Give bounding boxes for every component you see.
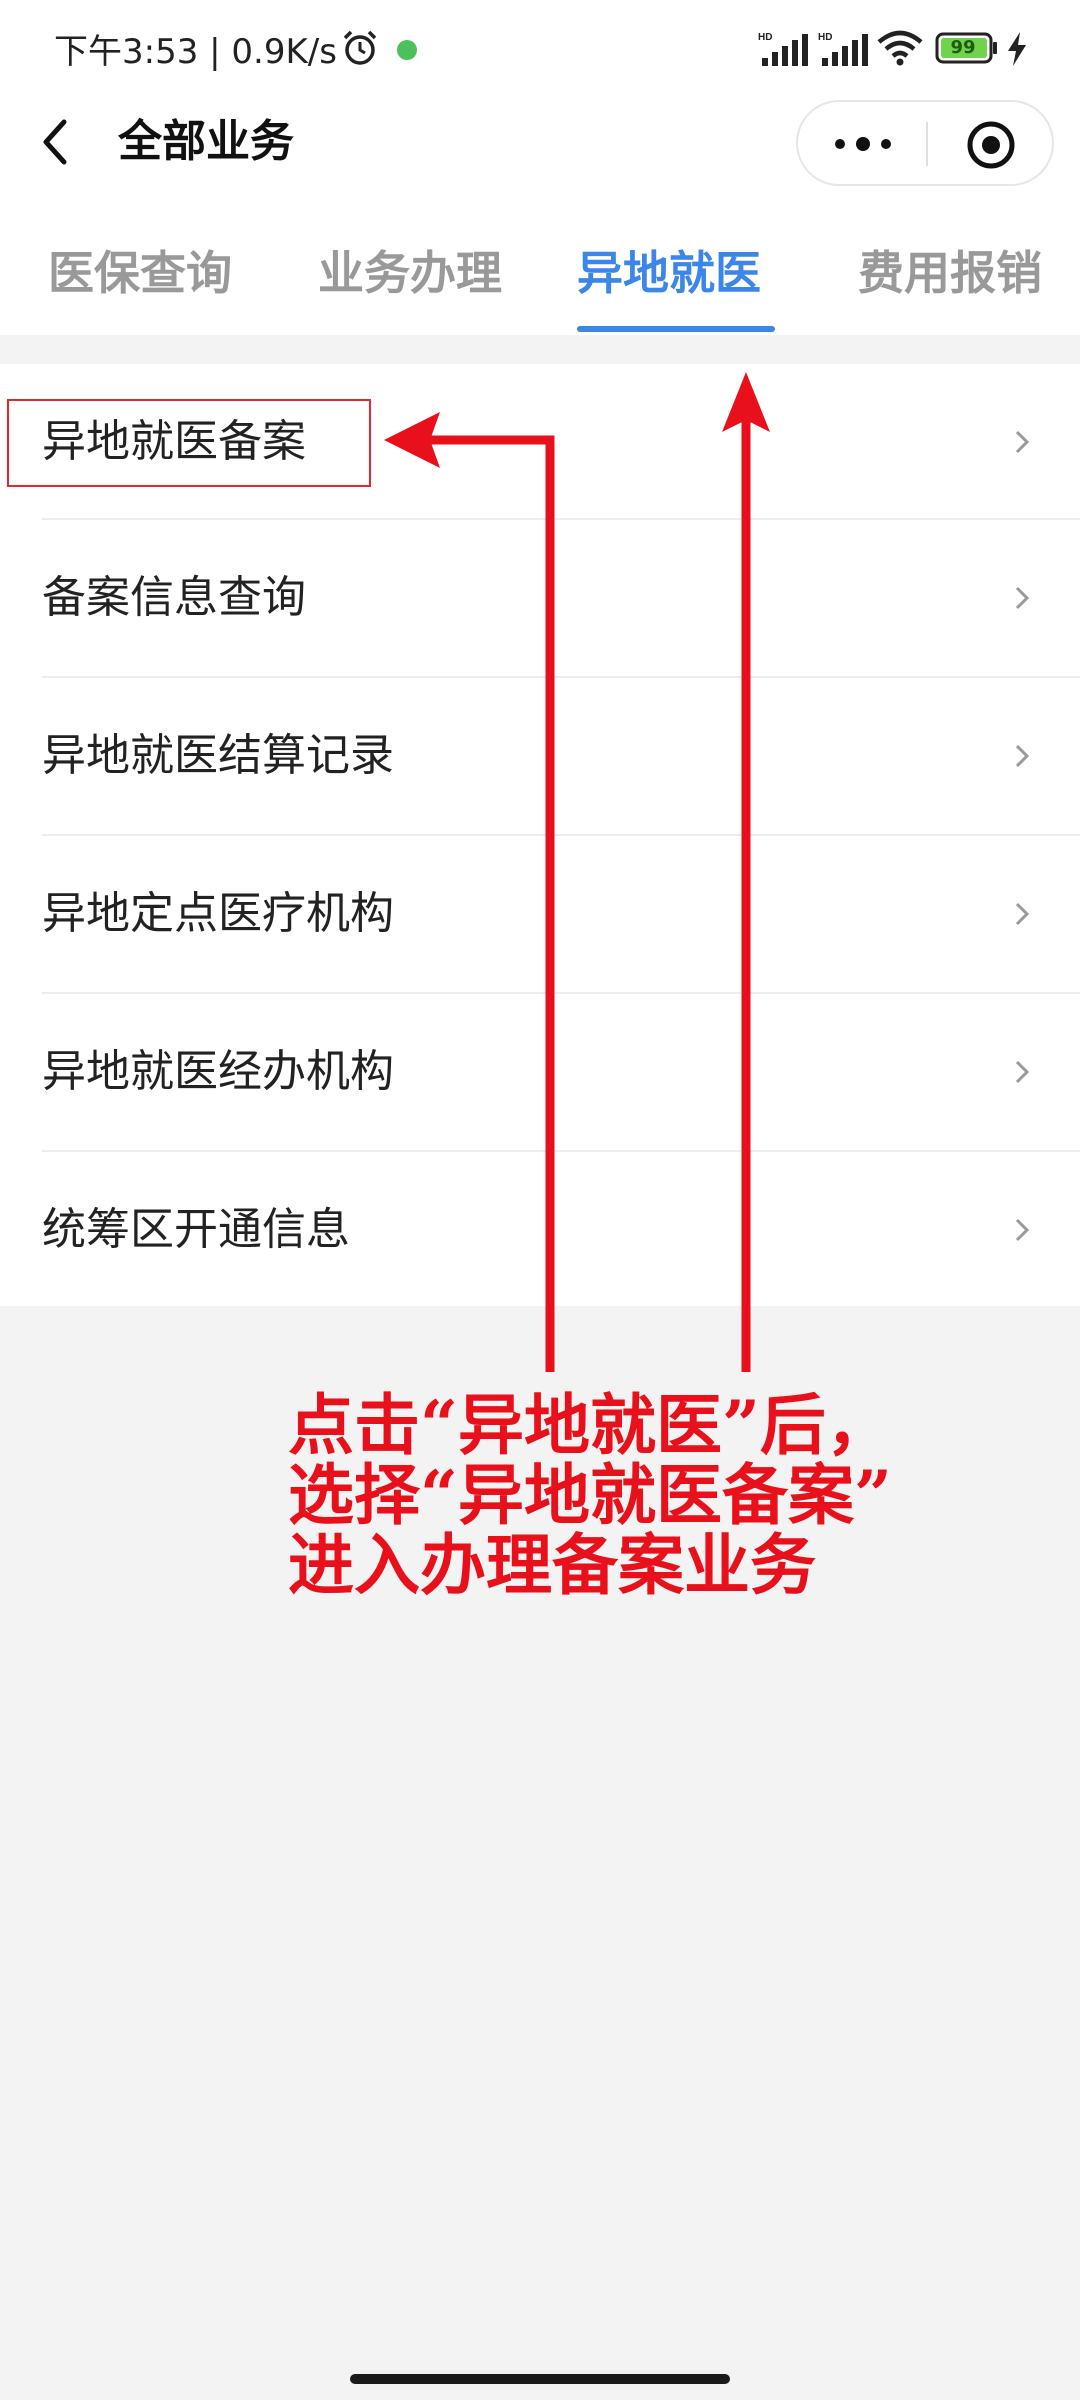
status-time: 下午3:53 | 0.9K/s — [54, 32, 337, 72]
list-item-handling-agencies[interactable]: 异地就医经办机构 — [0, 994, 1080, 1150]
svg-text:HD: HD — [818, 32, 832, 43]
annotation-line: 进入办理备案业务 — [288, 1526, 816, 1604]
annotation-line: 点击“异地就医”后， — [288, 1386, 892, 1464]
svg-text:HD: HD — [758, 32, 772, 43]
annotation-text: 点击“异地就医”后， 选择“异地就医备案” 进入办理备案业务 — [288, 1390, 892, 1600]
annotation-line: 选择“异地就医备案” — [288, 1456, 892, 1534]
list-item-label: 异地定点医疗机构 — [42, 888, 394, 939]
list-item-label: 异地就医结算记录 — [42, 730, 394, 781]
tab-business-handling[interactable]: 业务办理 — [318, 240, 502, 306]
chevron-right-icon — [1015, 902, 1030, 926]
active-tab-indicator — [577, 326, 775, 332]
list-item-label: 备案信息查询 — [42, 572, 306, 623]
status-bar: 下午3:53 | 0.9K/s HD HD 99 — [0, 0, 1080, 100]
tab-medical-insurance-query[interactable]: 医保查询 — [48, 240, 232, 306]
home-indicator[interactable] — [350, 2374, 730, 2384]
chevron-right-icon — [1015, 1218, 1030, 1242]
capsule-divider — [926, 122, 928, 166]
wifi-icon — [877, 30, 923, 66]
alarm-icon — [343, 30, 377, 65]
tab-expense-reimbursement[interactable]: 费用报销 — [858, 240, 1042, 306]
list-item-label: 异地就医经办机构 — [42, 1046, 394, 1097]
list-item-registration-query[interactable]: 备案信息查询 — [0, 520, 1080, 676]
list-item-settlement-records[interactable]: 异地就医结算记录 — [0, 678, 1080, 834]
chevron-right-icon — [1015, 586, 1030, 610]
back-icon[interactable] — [36, 112, 76, 172]
more-icon[interactable] — [828, 124, 898, 164]
list-item-label: 统筹区开通信息 — [42, 1204, 350, 1255]
service-list: 异地就医备案 备案信息查询 异地就医结算记录 异地定点医疗机构 异地就医经办机构… — [0, 364, 1080, 1306]
hd-signal-icon: HD — [818, 32, 868, 66]
list-item-pooling-area-info[interactable]: 统筹区开通信息 — [0, 1152, 1080, 1308]
mini-program-capsule — [796, 100, 1054, 186]
chevron-right-icon — [1015, 1060, 1030, 1084]
tab-offsite-medical[interactable]: 异地就医 — [577, 240, 761, 306]
close-icon[interactable] — [964, 118, 1018, 172]
chevron-right-icon — [1015, 430, 1030, 454]
wechat-icon — [397, 40, 417, 60]
charging-icon — [1008, 32, 1026, 66]
chevron-right-icon — [1015, 744, 1030, 768]
hd-signal-icon: HD — [758, 32, 808, 66]
page-title: 全部业务 — [118, 116, 294, 167]
list-item-designated-institutions[interactable]: 异地定点医疗机构 — [0, 836, 1080, 992]
highlight-box — [7, 399, 371, 487]
battery-level: 99 — [950, 37, 976, 58]
